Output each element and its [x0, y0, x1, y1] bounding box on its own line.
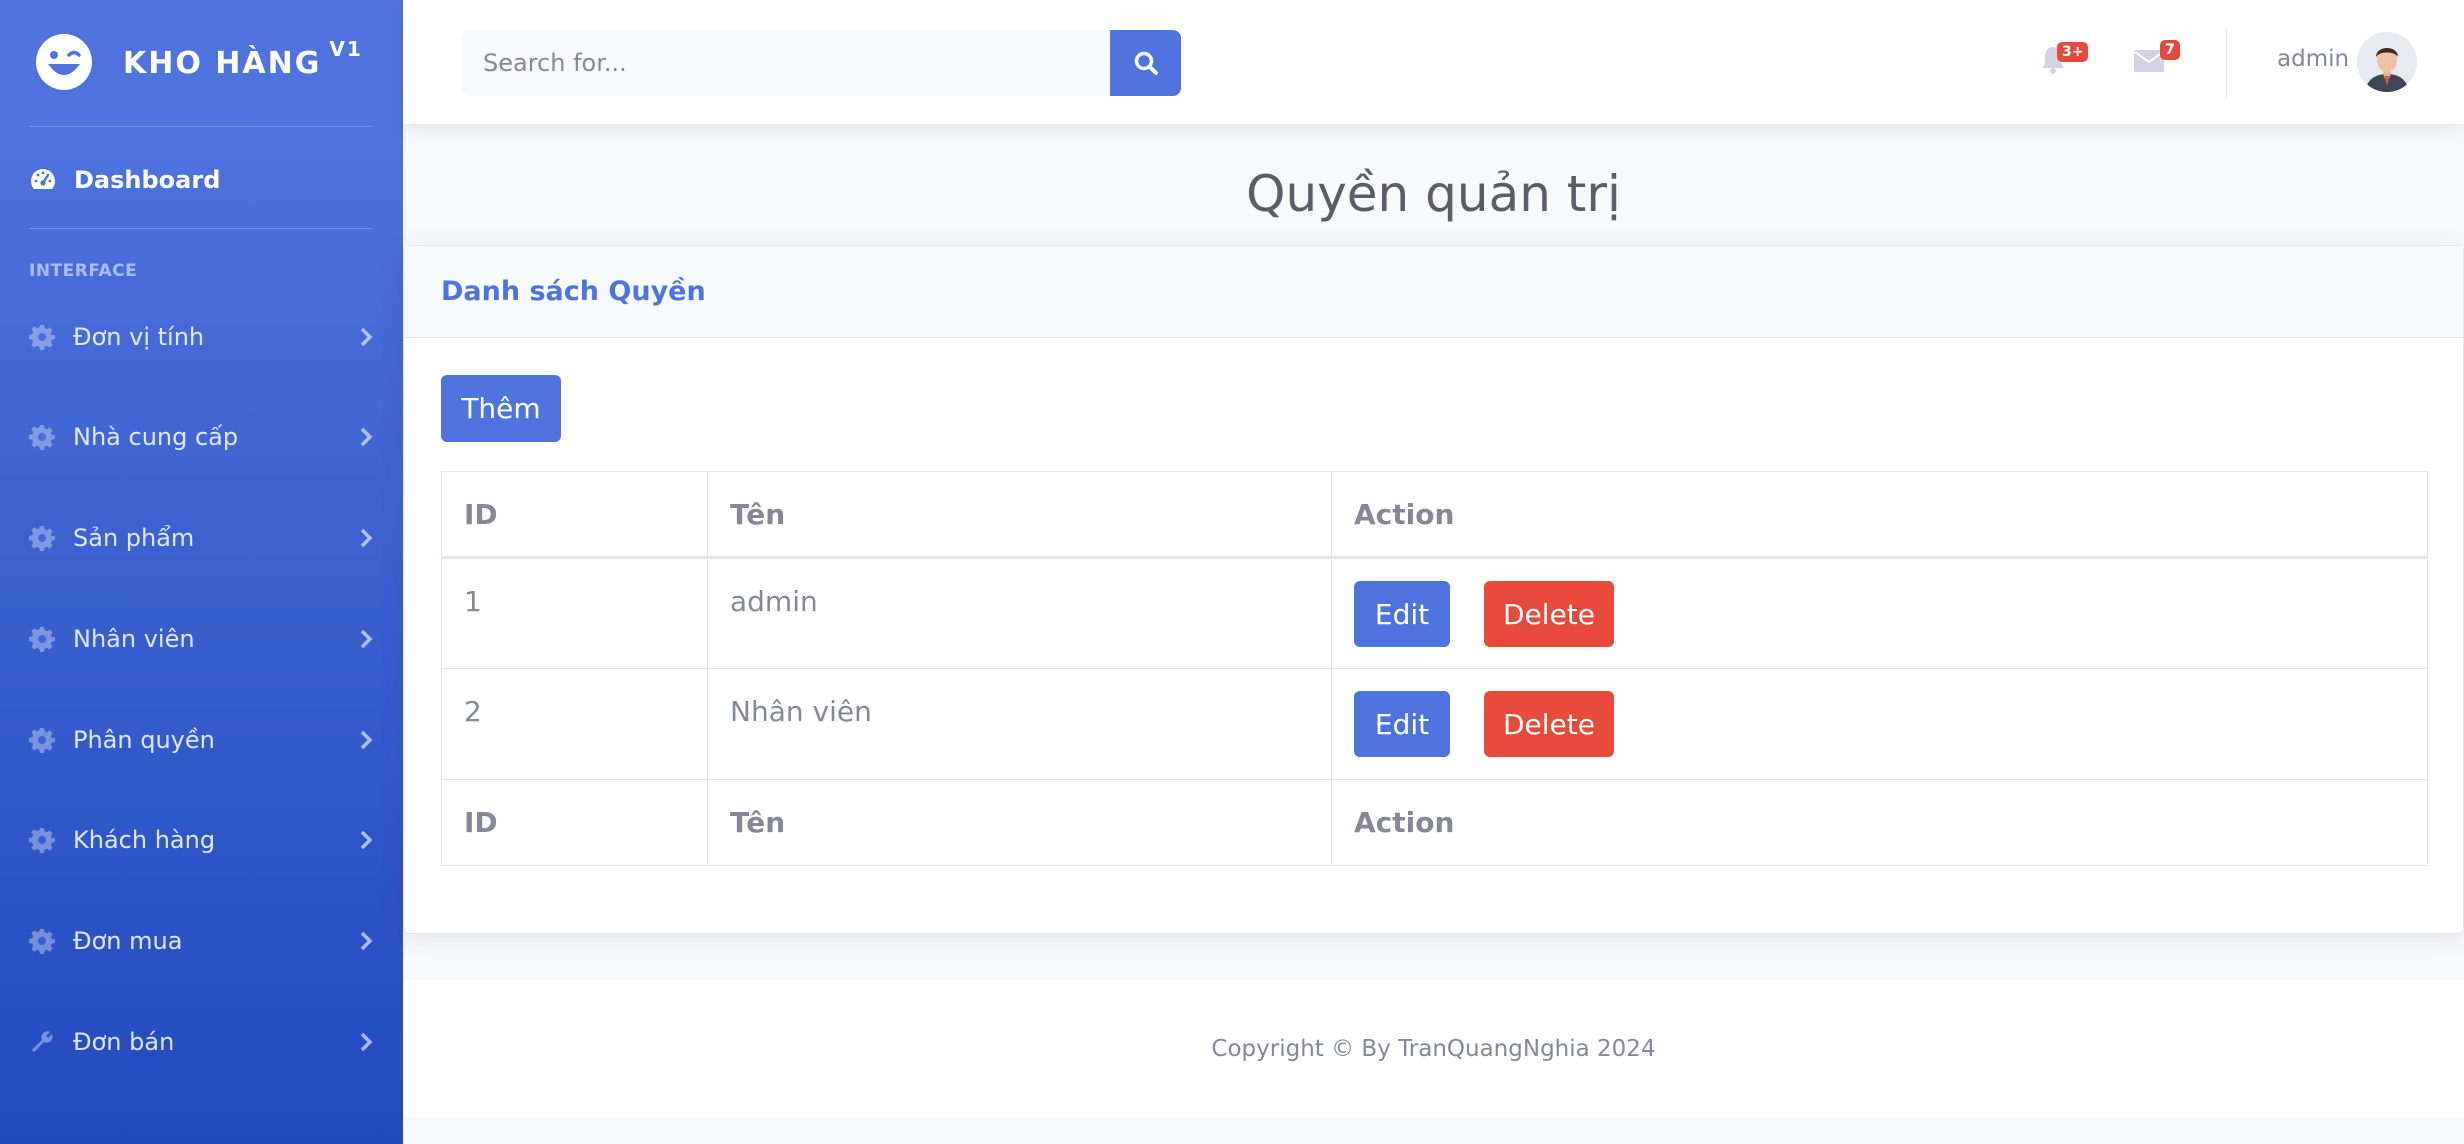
column-footer-name: Tên	[707, 779, 1332, 866]
gear-icon	[29, 627, 55, 652]
gear-icon	[29, 929, 55, 954]
chevron-right-icon	[360, 528, 373, 548]
gear-icon	[29, 828, 55, 853]
roles-table: ID Tên Action 1 admin Edit Delete 2 Nhân …	[441, 471, 2428, 866]
sidebar-item-khach-hang[interactable]: Khách hàng	[29, 810, 375, 870]
table-header-row: ID Tên Action	[441, 471, 2428, 559]
sidebar-item-label: Dashboard	[74, 166, 221, 194]
add-button[interactable]: Thêm	[441, 375, 561, 442]
messages-badge: 7	[2160, 40, 2180, 60]
gear-icon	[29, 325, 55, 350]
alerts-badge: 3+	[2057, 42, 2089, 62]
topbar-divider	[2226, 28, 2227, 98]
column-footer-action: Action	[1331, 779, 2428, 866]
sidebar-item-label: Nhà cung cấp	[73, 423, 239, 451]
delete-button[interactable]: Delete	[1484, 581, 1614, 647]
column-header-id[interactable]: ID	[441, 471, 708, 559]
user-name[interactable]: admin	[2277, 46, 2349, 72]
sidebar-item-don-mua[interactable]: Đơn mua	[29, 911, 375, 971]
sidebar-item-label: Phân quyền	[73, 726, 215, 754]
chevron-right-icon	[360, 1032, 373, 1052]
user-avatar-icon	[2357, 32, 2417, 92]
sidebar-item-don-ban[interactable]: Đơn bán	[29, 1012, 375, 1072]
sidebar-item-don-vi-tinh[interactable]: Đơn vị tính	[29, 307, 375, 367]
edit-button[interactable]: Edit	[1354, 581, 1450, 647]
chevron-right-icon	[360, 830, 373, 850]
roles-card: Danh sách Quyền Thêm ID Tên Action 1 adm…	[403, 245, 2464, 934]
sidebar-divider	[29, 126, 373, 127]
gear-icon	[29, 425, 55, 450]
messages-dropdown[interactable]: 7	[2134, 40, 2180, 76]
sidebar-item-phan-quyen[interactable]: Phân quyền	[29, 710, 375, 770]
table-footer-row: ID Tên Action	[441, 779, 2428, 866]
cell-actions: Edit Delete	[1331, 557, 2428, 669]
avatar[interactable]	[2357, 32, 2417, 92]
topbar: 3+ 7 admin	[403, 0, 2464, 124]
chevron-right-icon	[360, 629, 373, 649]
sidebar-divider	[29, 228, 373, 229]
cell-actions: Edit Delete	[1331, 668, 2428, 780]
brand-name: KHO HÀNG V1	[123, 37, 363, 81]
chevron-right-icon	[360, 427, 373, 447]
sidebar-item-label: Sản phẩm	[73, 524, 195, 552]
column-footer-id: ID	[441, 779, 708, 866]
alerts-dropdown[interactable]: 3+	[2040, 42, 2089, 79]
brand-version: V1	[329, 37, 363, 61]
column-header-action[interactable]: Action	[1331, 471, 2428, 559]
cell-id: 2	[441, 668, 708, 780]
gear-icon	[29, 728, 55, 753]
search-input[interactable]	[461, 30, 1110, 96]
table-row: 2 Nhân viên Edit Delete	[441, 668, 2428, 780]
sidebar-item-label: Đơn bán	[73, 1028, 175, 1056]
card-header: Danh sách Quyền	[404, 246, 2463, 338]
column-header-name[interactable]: Tên	[707, 471, 1332, 559]
sidebar: KHO HÀNG V1 Dashboard INTERFACE Đơn vị tí…	[0, 0, 403, 1144]
delete-button[interactable]: Delete	[1484, 691, 1614, 757]
search-button[interactable]	[1110, 30, 1181, 96]
sidebar-item-nhan-vien[interactable]: Nhân viên	[29, 609, 375, 669]
footer: Copyright © By TranQuangNghia 2024	[403, 980, 2464, 1117]
sidebar-item-label: Nhân viên	[73, 625, 195, 653]
chevron-right-icon	[360, 327, 373, 347]
tachometer-icon	[30, 169, 56, 189]
cell-name: admin	[707, 557, 1332, 669]
edit-button[interactable]: Edit	[1354, 691, 1450, 757]
page-title: Quyền quản trị	[1246, 165, 1621, 223]
sidebar-item-nha-cung-cap[interactable]: Nhà cung cấp	[29, 407, 375, 467]
chevron-right-icon	[360, 730, 373, 750]
laugh-wink-icon	[36, 34, 92, 90]
cell-id: 1	[441, 557, 708, 669]
brand-link[interactable]: KHO HÀNG V1	[35, 30, 363, 94]
chevron-right-icon	[360, 931, 373, 951]
search-form	[461, 30, 1181, 96]
table-row: 1 admin Edit Delete	[441, 557, 2428, 669]
cell-name: Nhân viên	[707, 668, 1332, 780]
card-title: Danh sách Quyền	[441, 276, 706, 307]
copyright-text: Copyright © By TranQuangNghia 2024	[1211, 1035, 1656, 1062]
gear-icon	[29, 526, 55, 551]
sidebar-item-label: Đơn mua	[73, 927, 183, 955]
sidebar-item-label: Khách hàng	[73, 826, 216, 854]
search-icon	[1134, 51, 1158, 75]
sidebar-item-san-pham[interactable]: Sản phẩm	[29, 508, 375, 568]
wrench-icon	[32, 1031, 53, 1052]
sidebar-item-label: Đơn vị tính	[73, 323, 205, 351]
sidebar-item-dashboard[interactable]: Dashboard	[29, 155, 220, 205]
sidebar-heading: INTERFACE	[29, 261, 138, 281]
